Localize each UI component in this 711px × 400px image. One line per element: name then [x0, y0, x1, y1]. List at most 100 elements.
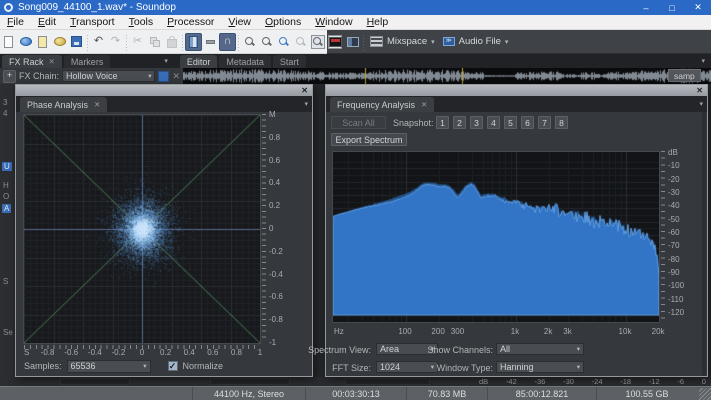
tab-markers[interactable]: Markers [64, 55, 111, 68]
hand-tool-icon[interactable] [202, 33, 219, 51]
copy-icon[interactable] [146, 33, 163, 51]
show-channels-select[interactable]: All▾ [496, 343, 584, 355]
new-project-icon[interactable] [34, 33, 51, 51]
snapshot-4-button[interactable]: 4 [487, 116, 500, 129]
menu-window[interactable]: Window [308, 15, 359, 30]
phase-x-label: 0.8 [231, 349, 242, 357]
close-tab-icon[interactable]: ✕ [94, 100, 100, 109]
fx-chain-select[interactable]: Hollow Voice ▾ [62, 70, 155, 82]
dialog-title-bar[interactable]: ✕ [326, 85, 707, 96]
zoom-full-icon[interactable] [275, 33, 292, 51]
delete-chain-icon[interactable]: ✕ [172, 71, 180, 82]
tab-editor[interactable]: Editor [180, 55, 218, 68]
snapshot-7-button[interactable]: 7 [538, 116, 551, 129]
lock-icon[interactable] [163, 33, 180, 51]
window-title: Song009_44100_1.wav* - Soundop [18, 0, 176, 15]
menu-edit[interactable]: Edit [31, 15, 63, 30]
add-fx-button[interactable]: + [3, 70, 16, 83]
phase-y-label: -0.2 [269, 248, 283, 256]
scan-all-button[interactable]: Scan All [331, 116, 386, 129]
close-icon[interactable]: ✕ [297, 87, 312, 95]
normalize-checkbox[interactable]: ✓ [168, 361, 178, 371]
tab-phase-analysis[interactable]: Phase Analysis ✕ [20, 97, 107, 112]
snapshot-5-button[interactable]: 5 [504, 116, 517, 129]
phase-controls: Samples: 65536 ▾ ✓ Normalize [16, 357, 314, 375]
app-icon [4, 3, 13, 12]
snap-magnet-icon[interactable]: ∩ [219, 33, 236, 51]
phase-x-label: 1 [258, 349, 262, 357]
zoom-out-selection-icon[interactable] [258, 33, 275, 51]
right-panel-overflow-icon[interactable]: ▾ [697, 57, 709, 65]
close-button[interactable]: ✕ [685, 0, 711, 15]
samples-select[interactable]: 65536 ▾ [67, 360, 151, 373]
hz-axis-label: Hz [334, 328, 344, 336]
phase-y-label: -0.4 [269, 271, 283, 279]
snapshot-buttons: 12345678 [436, 116, 568, 129]
snapshot-2-button[interactable]: 2 [453, 116, 466, 129]
db-axis-label: -90 [668, 269, 680, 277]
undo-icon[interactable]: ↶ [90, 33, 107, 51]
snapshot-6-button[interactable]: 6 [521, 116, 534, 129]
window-type-select[interactable]: Hanning▾ [496, 361, 584, 373]
minimize-button[interactable]: – [633, 0, 659, 15]
dialog-title-bar[interactable]: ✕ [16, 85, 312, 96]
spectrum-plot[interactable] [332, 151, 660, 323]
new-file-icon[interactable] [0, 33, 17, 51]
resize-grip[interactable] [699, 388, 711, 400]
menu-file[interactable]: File [0, 15, 31, 30]
phase-y-ticks [262, 114, 267, 342]
export-spectrum-button[interactable]: Export Spectrum [331, 133, 407, 146]
open-project-icon[interactable] [51, 33, 68, 51]
waveform-overview[interactable] [183, 68, 711, 84]
open-file-icon[interactable] [17, 33, 34, 51]
fx-slot-fragment: A [2, 204, 11, 213]
save-chain-icon[interactable] [158, 71, 169, 82]
hz-axis-label: 3k [563, 328, 571, 336]
zoom-selection-icon[interactable] [241, 33, 258, 51]
cut-icon[interactable]: ✂ [129, 33, 146, 51]
zoom-reset-icon[interactable] [292, 33, 309, 51]
left-panel-overflow-icon[interactable]: ▾ [160, 57, 172, 65]
menu-bar: FileEditTransportToolsProcessorViewOptio… [0, 15, 711, 30]
dialog-scrollbar[interactable] [702, 112, 706, 376]
menu-view[interactable]: View [221, 15, 258, 30]
menu-processor[interactable]: Processor [160, 15, 221, 30]
mixspace-dropdown[interactable]: Mixspace ▾ [366, 33, 439, 51]
sample-unit-badge: samp [668, 69, 701, 82]
chevron-down-icon: ▾ [144, 72, 151, 80]
layout-icon[interactable] [344, 33, 361, 51]
hz-axis-label: 100 [398, 328, 411, 336]
phase-x-label: S [24, 349, 29, 357]
menu-help[interactable]: Help [360, 15, 396, 30]
maximize-button[interactable]: □ [659, 0, 685, 15]
hidden-button [210, 378, 290, 385]
close-tab-icon[interactable]: ✕ [49, 57, 55, 66]
menu-options[interactable]: Options [258, 15, 308, 30]
close-icon[interactable]: ✕ [692, 87, 707, 95]
level-meter-scale: dB-42-36-30-24-18-12-60 [455, 377, 711, 386]
menu-transport[interactable]: Transport [63, 15, 122, 30]
dialog-overflow-icon[interactable]: ▾ [695, 100, 707, 108]
phase-scatter-plot[interactable] [23, 114, 261, 344]
tab-start[interactable]: Start [273, 55, 306, 68]
phase-x-label: 0 [140, 349, 144, 357]
save-icon[interactable] [68, 33, 85, 51]
zoom-in-icon[interactable] [309, 33, 326, 51]
status-bar: 44100 Hz, Stereo00:03:30:1370.83 MB85:00… [0, 386, 711, 400]
tab-fx-rack[interactable]: FX Rack✕ [2, 55, 62, 68]
db-axis-label: dB [668, 149, 678, 157]
redo-icon[interactable]: ↷ [107, 33, 124, 51]
close-tab-icon[interactable]: ✕ [421, 100, 427, 109]
dialog-overflow-icon[interactable]: ▾ [300, 100, 312, 108]
chevron-down-icon: ▾ [573, 363, 580, 371]
snapshot-3-button[interactable]: 3 [470, 116, 483, 129]
status-segment: 85:00:12.821 [487, 387, 596, 400]
menu-tools[interactable]: Tools [122, 15, 161, 30]
time-selection-tool-icon[interactable] [185, 33, 202, 51]
tab-frequency-analysis[interactable]: Frequency Analysis ✕ [330, 97, 434, 112]
tab-metadata[interactable]: Metadata [219, 55, 271, 68]
snapshot-1-button[interactable]: 1 [436, 116, 449, 129]
fft-size-label: FFT Size: [301, 363, 371, 373]
snapshot-8-button[interactable]: 8 [555, 116, 568, 129]
audio-file-dropdown[interactable]: ≫ Audio File ▾ [439, 33, 513, 51]
